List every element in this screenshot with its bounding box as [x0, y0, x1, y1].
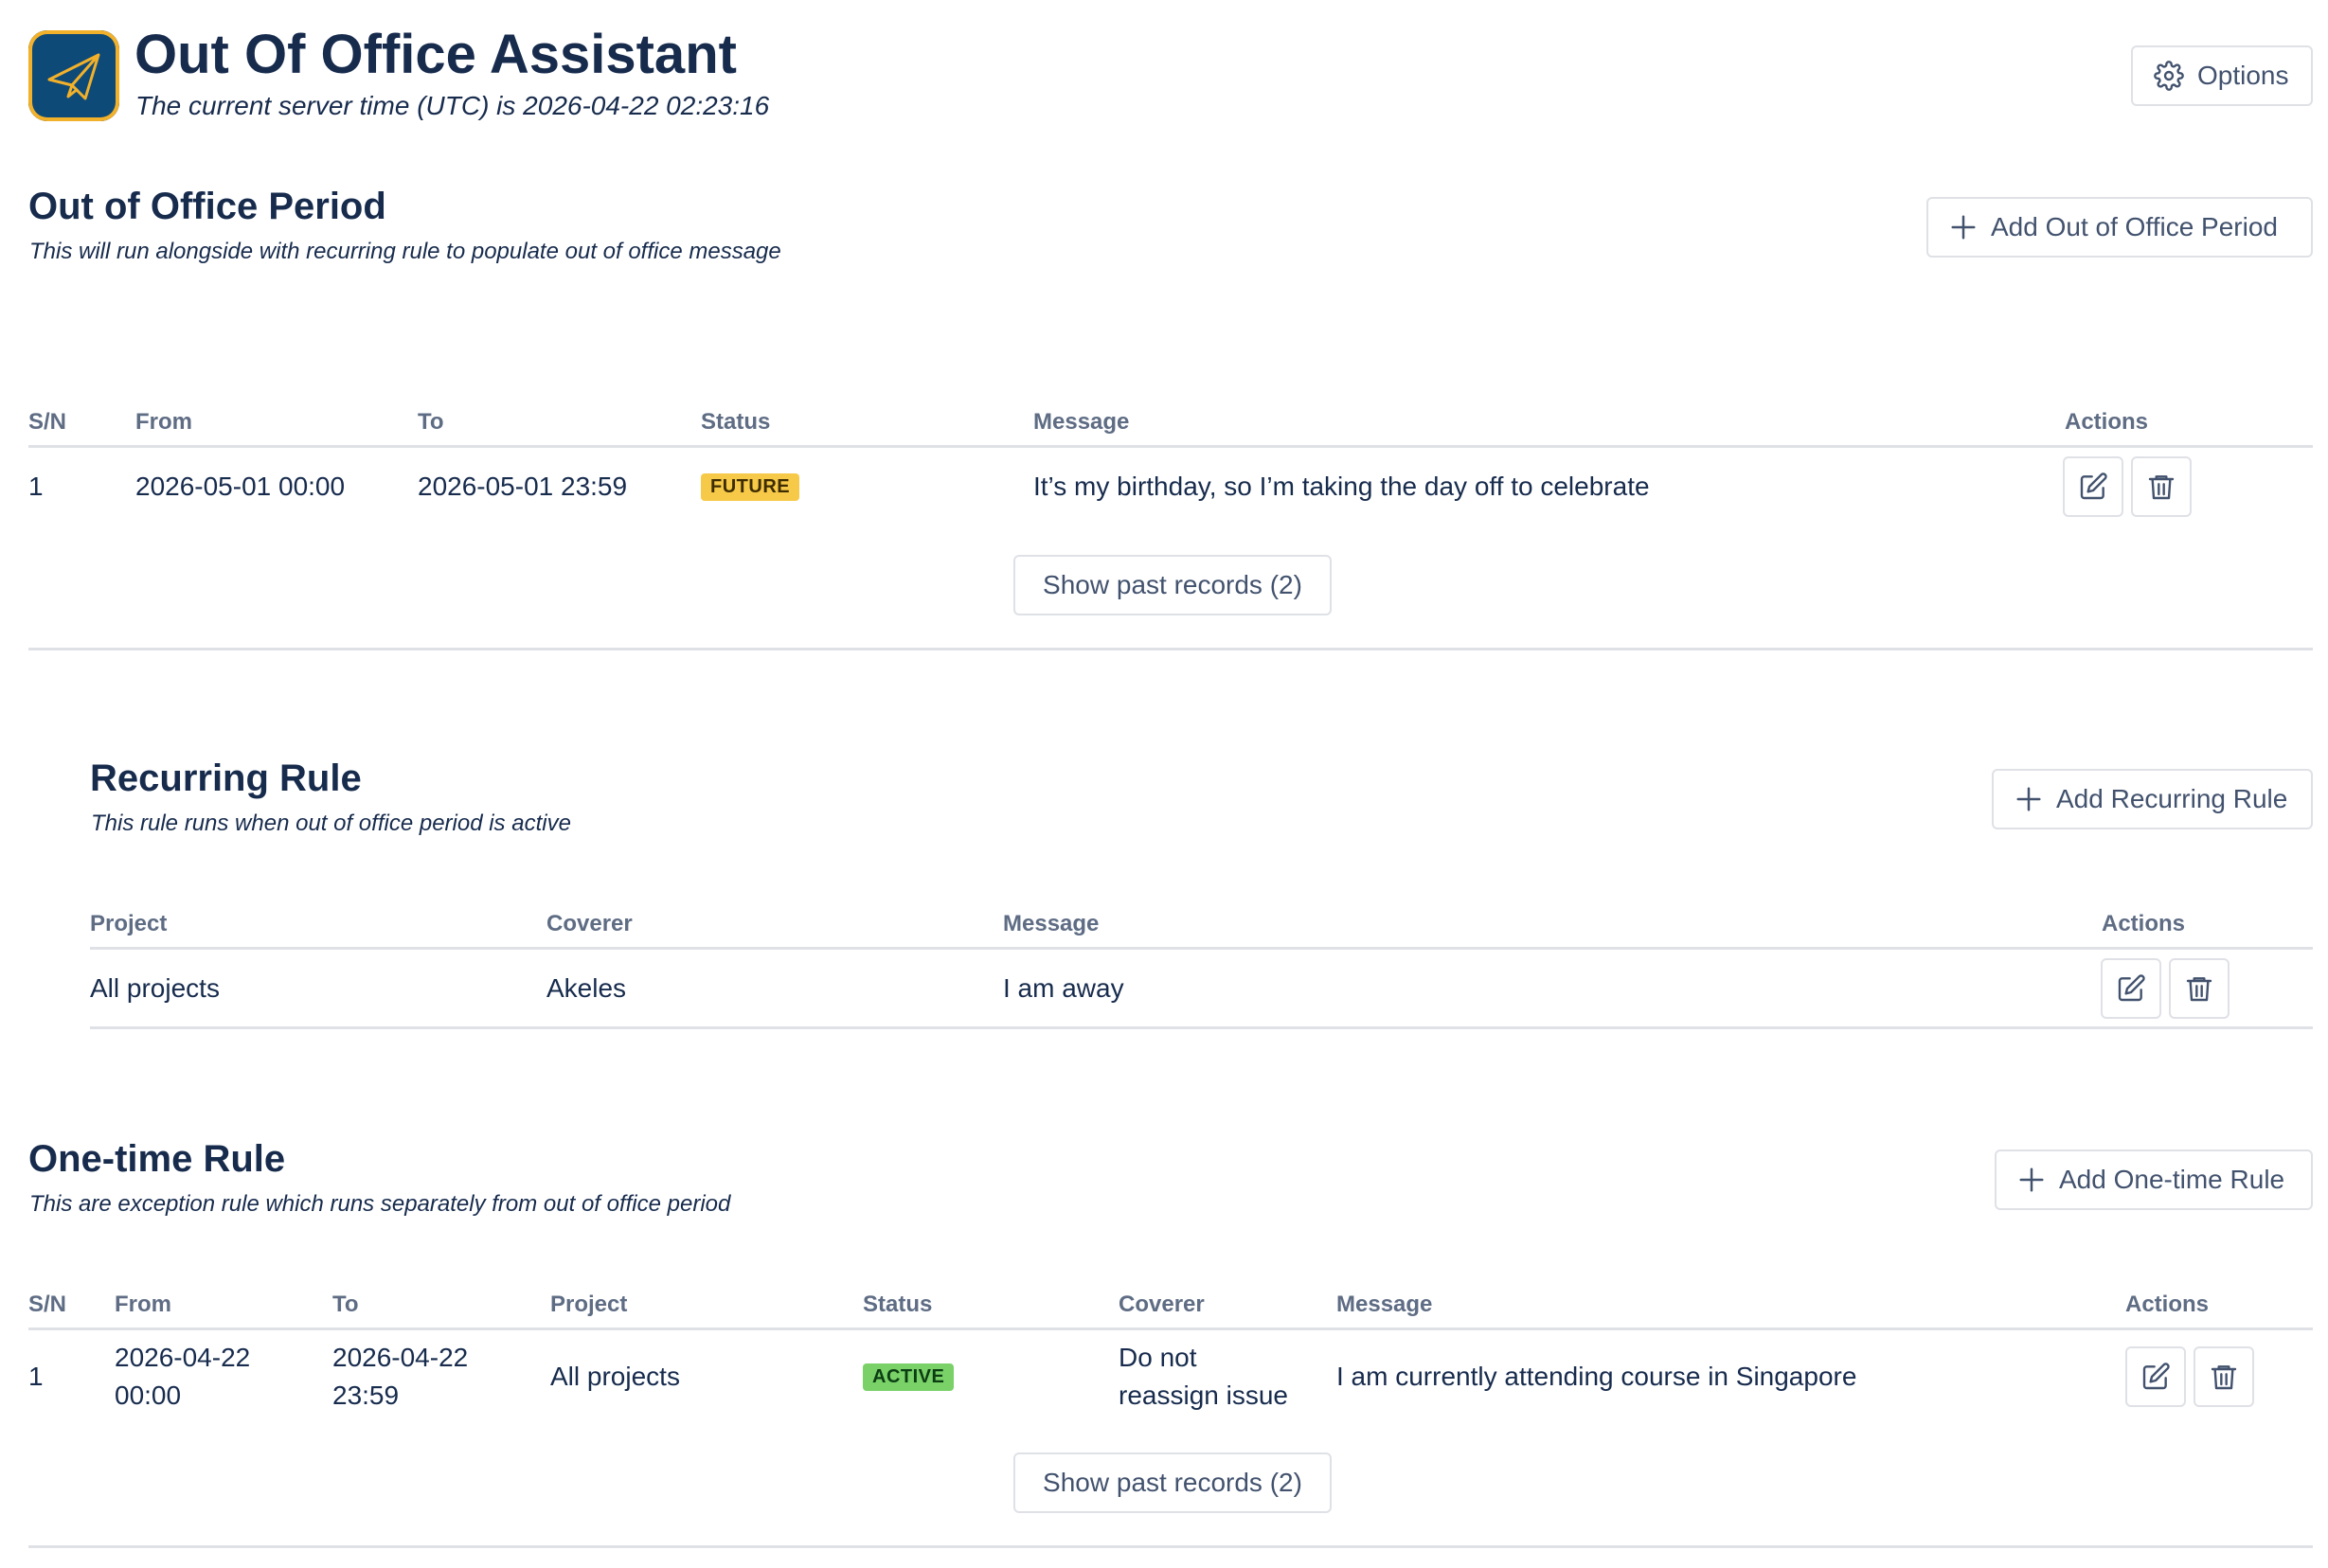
- column-header-sn: S/N: [28, 409, 67, 435]
- server-time: The current server time (UTC) is 2026-04…: [135, 91, 770, 120]
- status-badge: FUTURE: [701, 473, 800, 501]
- cell-message: I am currently attending course in Singa…: [1336, 1362, 1857, 1391]
- edit-icon: [2118, 974, 2145, 1002]
- edit-button[interactable]: [2101, 958, 2161, 1019]
- column-header-project: Project: [90, 911, 168, 936]
- ooo-period-subtitle: This will run alongside with recurring r…: [29, 239, 781, 264]
- cell-to: 2026-05-01 23:59: [418, 472, 628, 501]
- delete-button[interactable]: [2194, 1346, 2254, 1407]
- edit-button[interactable]: [2125, 1346, 2186, 1407]
- onetime-rule-subtitle: This are exception rule which runs separ…: [29, 1191, 731, 1217]
- options-label: Options: [2197, 61, 2289, 90]
- app-logo: [28, 30, 119, 121]
- cell-project: All projects: [550, 1362, 680, 1391]
- column-header-message: Message: [1003, 911, 1100, 936]
- cell-from: 2026-05-01 00:00: [135, 472, 346, 501]
- column-header-actions: Actions: [2125, 1292, 2210, 1317]
- add-ooo-period-button[interactable]: Add Out of Office Period: [1926, 197, 2313, 258]
- add-recurring-rule-button[interactable]: Add Recurring Rule: [1992, 769, 2313, 829]
- add-onetime-rule-label: Add One-time Rule: [2059, 1165, 2285, 1194]
- column-header-to: To: [418, 409, 444, 435]
- show-past-records-label: Show past records (2): [1043, 1468, 1302, 1497]
- gear-icon: [2154, 61, 2184, 91]
- cell-sn: 1: [28, 1362, 44, 1391]
- column-header-to: To: [332, 1292, 359, 1317]
- cell-from-time: 00:00: [115, 1381, 182, 1410]
- column-header-actions: Actions: [2065, 409, 2149, 435]
- paper-plane-icon: [47, 53, 100, 100]
- column-header-from: From: [115, 1292, 171, 1317]
- trash-icon: [2186, 977, 2212, 1002]
- add-onetime-rule-button[interactable]: Add One-time Rule: [1995, 1149, 2313, 1210]
- show-past-records-label: Show past records (2): [1043, 570, 1302, 599]
- table-header-divider: [28, 1327, 2313, 1330]
- cell-coverer-line1: Do not: [1119, 1343, 1197, 1372]
- plus-icon: [2015, 785, 2043, 813]
- column-header-coverer: Coverer: [1119, 1292, 1205, 1317]
- section-divider: [28, 648, 2313, 650]
- cell-to-date: 2026-04-22: [332, 1343, 469, 1372]
- cell-sn: 1: [28, 472, 44, 501]
- edit-button[interactable]: [2063, 456, 2123, 517]
- cell-project: All projects: [90, 973, 220, 1003]
- column-header-message: Message: [1336, 1292, 1433, 1317]
- column-header-status: Status: [863, 1292, 933, 1317]
- table-bottom-divider: [90, 1026, 2313, 1029]
- page-title: Out Of Office Assistant: [134, 24, 737, 85]
- table-header-divider: [90, 947, 2313, 950]
- recurring-rule-subtitle: This rule runs when out of office period…: [91, 811, 571, 836]
- delete-button[interactable]: [2169, 958, 2230, 1019]
- cell-coverer-line2: reassign issue: [1119, 1381, 1288, 1410]
- section-divider: [28, 1545, 2313, 1548]
- column-header-message: Message: [1033, 409, 1130, 435]
- cell-from-date: 2026-04-22: [115, 1343, 251, 1372]
- options-button[interactable]: Options: [2131, 45, 2313, 106]
- plus-icon: [2017, 1166, 2046, 1194]
- show-past-records-button[interactable]: Show past records (2): [1013, 555, 1332, 615]
- recurring-rule-title: Recurring Rule: [90, 757, 362, 799]
- add-ooo-period-label: Add Out of Office Period: [1991, 212, 2278, 241]
- onetime-rule-title: One-time Rule: [28, 1138, 286, 1180]
- show-past-records-button[interactable]: Show past records (2): [1013, 1452, 1332, 1513]
- cell-message: It’s my birthday, so I’m taking the day …: [1033, 472, 1650, 501]
- column-header-coverer: Coverer: [546, 911, 633, 936]
- column-header-sn: S/N: [28, 1292, 67, 1317]
- cell-to-time: 23:59: [332, 1381, 400, 1410]
- cell-coverer: Akeles: [546, 973, 627, 1003]
- cell-message: I am away: [1003, 973, 1124, 1003]
- edit-icon: [2142, 1363, 2170, 1390]
- plus-icon: [1949, 213, 1978, 241]
- delete-button[interactable]: [2131, 456, 2192, 517]
- status-badge: ACTIVE: [863, 1363, 955, 1391]
- ooo-period-title: Out of Office Period: [28, 186, 386, 227]
- edit-icon: [2080, 472, 2107, 500]
- table-header-divider: [28, 445, 2313, 448]
- trash-icon: [2148, 475, 2175, 500]
- column-header-status: Status: [701, 409, 771, 435]
- column-header-from: From: [135, 409, 192, 435]
- trash-icon: [2211, 1365, 2237, 1390]
- column-header-actions: Actions: [2102, 911, 2186, 936]
- column-header-project: Project: [550, 1292, 628, 1317]
- add-recurring-rule-label: Add Recurring Rule: [2056, 784, 2288, 813]
